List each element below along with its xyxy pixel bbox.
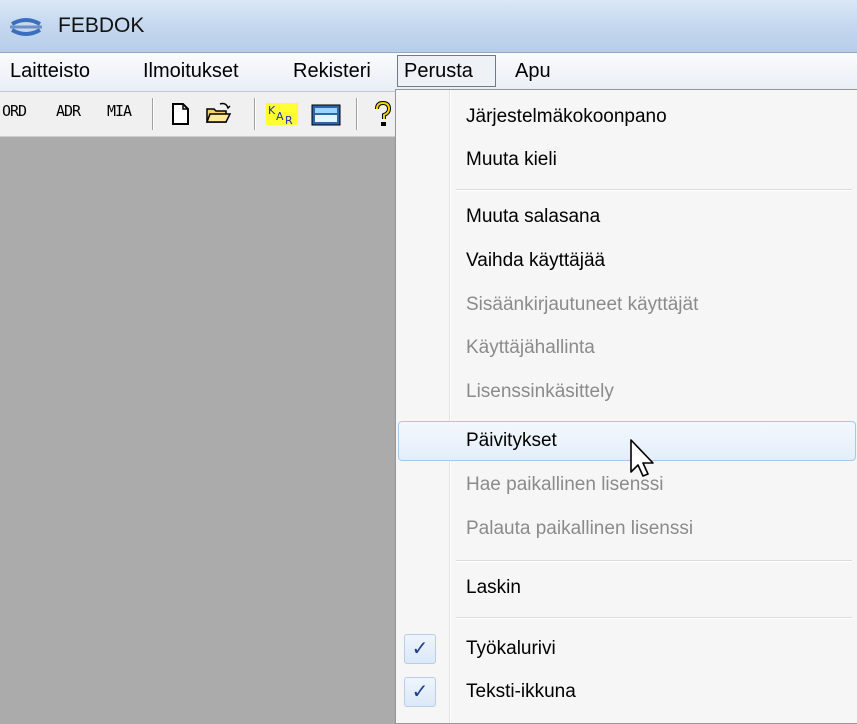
help-icon[interactable]: [368, 100, 396, 128]
menu-item-label: Päivitykset: [466, 430, 557, 451]
menu-separator: [456, 560, 852, 562]
toolbar-separator: [356, 98, 358, 130]
toolbar-separator: [254, 98, 256, 130]
menu-item-label: Järjestelmäkokoonpano: [466, 106, 667, 127]
toolbar: ORD ADR MIA K A R: [0, 92, 400, 137]
mia-button[interactable]: MIA: [107, 102, 132, 120]
hand-pointer-icon: [630, 439, 654, 477]
menu-rekisteri[interactable]: Rekisteri: [287, 55, 377, 87]
menu-item-kayttajahallinta: Käyttäjähallinta: [398, 329, 856, 367]
menu-item-tyokalurivi[interactable]: ✓ Työkalurivi: [398, 630, 856, 668]
checkmark-icon: ✓: [404, 677, 436, 707]
calculator-icon[interactable]: [310, 100, 342, 128]
menu-item-teksti-ikkuna[interactable]: ✓ Teksti-ikkuna: [398, 673, 856, 711]
menu-item-label: Teksti-ikkuna: [466, 681, 576, 702]
main-workspace: [0, 137, 397, 724]
menu-item-vaihda-kayttajaa[interactable]: Vaihda käyttäjää: [398, 242, 856, 280]
open-folder-icon[interactable]: [204, 100, 232, 128]
febdok-app-icon: [10, 18, 42, 36]
toolbar-separator: [152, 98, 154, 130]
svg-text:R: R: [285, 114, 293, 127]
menu-item-laskin[interactable]: Laskin: [398, 569, 856, 607]
menu-item-paivitykset[interactable]: Päivitykset: [398, 421, 856, 461]
menu-bar: Laitteisto Ilmoitukset Rekisteri Perusta…: [0, 53, 857, 92]
menu-item-label: Sisäänkirjautuneet käyttäjät: [466, 294, 699, 315]
menu-item-label: Käyttäjähallinta: [466, 337, 595, 358]
kar-icon[interactable]: K A R: [266, 100, 298, 128]
menu-separator: [456, 189, 852, 191]
menu-item-label: Muuta salasana: [466, 206, 601, 227]
checkmark-icon: ✓: [404, 634, 436, 664]
menu-item-label: Muuta kieli: [466, 149, 557, 170]
window-title: FEBDOK: [58, 14, 145, 37]
svg-text:K: K: [268, 104, 276, 117]
perusta-dropdown-menu: Järjestelmäkokoonpano Muuta kieli Muuta …: [395, 89, 857, 724]
title-bar: FEBDOK: [0, 0, 857, 53]
menu-item-muuta-kieli[interactable]: Muuta kieli: [398, 141, 856, 179]
menu-item-label: Lisenssinkäsittely: [466, 381, 614, 402]
menu-perusta[interactable]: Perusta: [397, 55, 496, 87]
menu-item-label: Vaihda käyttäjää: [466, 250, 606, 271]
menu-item-label: Palauta paikallinen lisenssi: [466, 518, 694, 539]
menu-laitteisto[interactable]: Laitteisto: [4, 55, 96, 87]
menu-apu[interactable]: Apu: [509, 55, 557, 87]
ord-button[interactable]: ORD: [2, 102, 27, 120]
menu-item-jarjestelmakokoonpano[interactable]: Järjestelmäkokoonpano: [398, 98, 856, 136]
menu-ilmoitukset[interactable]: Ilmoitukset: [137, 55, 245, 87]
menu-item-lisenssinkasittely: Lisenssinkäsittely: [398, 373, 856, 411]
menu-item-muuta-salasana[interactable]: Muuta salasana: [398, 198, 856, 236]
menu-item-label: Työkalurivi: [466, 638, 556, 659]
menu-separator: [456, 617, 852, 619]
menu-item-label: Laskin: [466, 577, 521, 598]
svg-text:A: A: [276, 110, 284, 123]
new-document-icon[interactable]: [166, 100, 194, 128]
menu-item-hae-paikallinen-lisenssi: Hae paikallinen lisenssi: [398, 466, 856, 504]
menu-item-palauta-paikallinen-lisenssi: Palauta paikallinen lisenssi: [398, 510, 856, 548]
adr-button[interactable]: ADR: [56, 102, 81, 120]
menu-item-sisaankirjautuneet-kayttajat: Sisäänkirjautuneet käyttäjät: [398, 286, 856, 324]
